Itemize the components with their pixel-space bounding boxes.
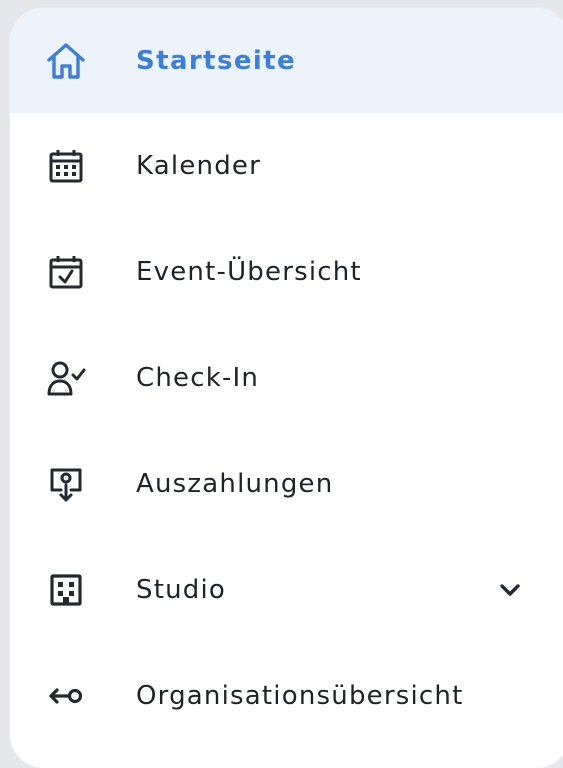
building-icon: [46, 570, 86, 610]
nav-item-kalender[interactable]: Kalender: [10, 113, 563, 219]
nav-label-startseite: Startseite: [136, 45, 297, 76]
nav-label-organisationsuebersicht: Organisationsübersicht: [136, 681, 464, 711]
nav-label-auszahlungen: Auszahlungen: [136, 469, 334, 499]
nav-item-startseite[interactable]: Startseite: [10, 8, 563, 113]
nav-item-organisationsuebersicht[interactable]: Organisationsübersicht: [10, 643, 563, 749]
chevron-down-icon[interactable]: [496, 576, 524, 604]
nav-label-check-in: Check-In: [136, 363, 260, 393]
nav-item-auszahlungen[interactable]: Auszahlungen: [10, 431, 563, 537]
nav-label-studio: Studio: [136, 575, 227, 605]
nav-item-check-in[interactable]: Check-In: [10, 325, 563, 431]
nav-label-kalender: Kalender: [136, 151, 262, 181]
nav-item-studio[interactable]: Studio: [10, 537, 563, 643]
nav-item-event-uebersicht[interactable]: Event-Übersicht: [10, 219, 563, 325]
sidebar-navigation: Startseite Kalender Event-Übersicht Chec…: [10, 8, 563, 768]
payout-icon: [46, 464, 86, 504]
switch-organization-icon: [46, 676, 86, 716]
user-check-icon: [46, 358, 86, 398]
nav-label-event-uebersicht: Event-Übersicht: [136, 257, 362, 287]
calendar-icon: [46, 146, 86, 186]
calendar-check-icon: [46, 252, 86, 292]
home-icon: [46, 41, 86, 81]
